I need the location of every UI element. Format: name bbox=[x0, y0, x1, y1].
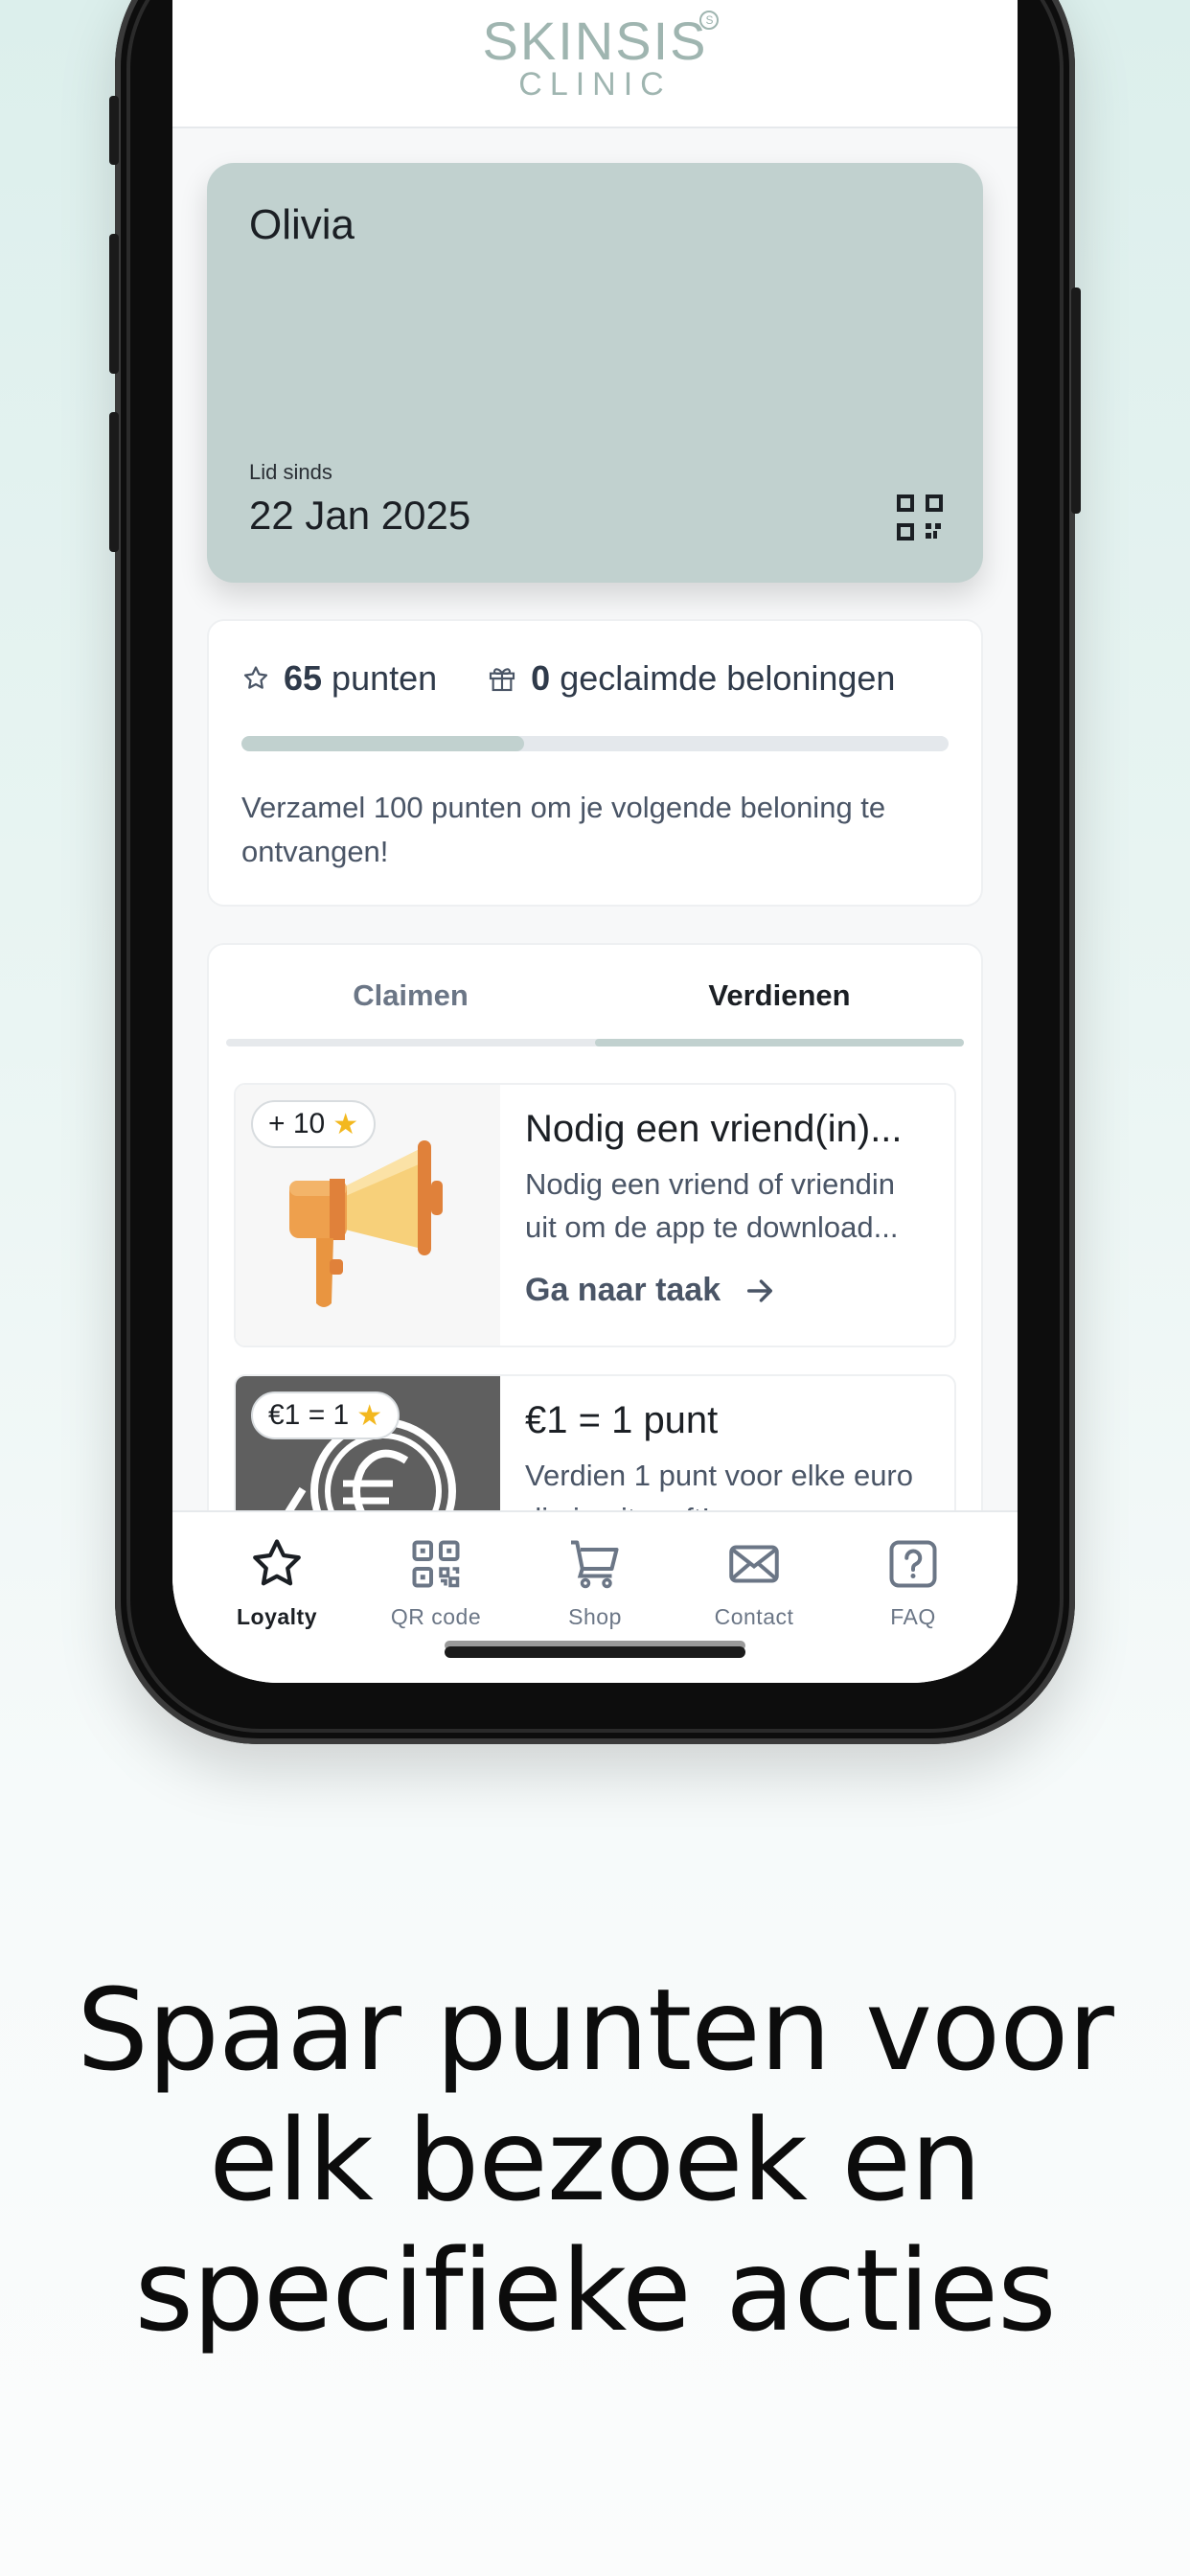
task-card[interactable]: + 10 ★ Nodig een vriend(in)... Nodig een… bbox=[234, 1083, 956, 1347]
mail-icon bbox=[729, 1545, 779, 1583]
nav-label: FAQ bbox=[890, 1604, 936, 1629]
phone-power-button bbox=[1071, 288, 1081, 514]
phone-volume-up bbox=[109, 234, 119, 374]
logo-mark: S bbox=[699, 11, 720, 30]
task-image: + 10 ★ bbox=[236, 1085, 500, 1346]
question-icon bbox=[889, 1540, 937, 1588]
caption-line: Spaar punten voor bbox=[77, 1964, 1114, 2096]
points-progress-bar bbox=[241, 736, 949, 751]
badge-text: + 10 bbox=[268, 1108, 326, 1139]
go-to-task-link[interactable]: Ga naar taak bbox=[525, 1272, 929, 1309]
qr-code-icon bbox=[412, 1540, 460, 1588]
caption-line: specifieke acties bbox=[134, 2224, 1056, 2357]
main-content: Olivia Lid sinds 22 Jan 2025 65 punten 0… bbox=[172, 128, 1018, 1614]
points-badge: + 10 ★ bbox=[251, 1100, 377, 1148]
star-outline-icon bbox=[243, 666, 268, 689]
member-card[interactable]: Olivia Lid sinds 22 Jan 2025 bbox=[207, 163, 983, 583]
points-hint: Verzamel 100 punten om je volgende belon… bbox=[241, 791, 886, 868]
nav-loyalty[interactable]: Loyalty bbox=[197, 1512, 356, 1683]
member-since-label: Lid sinds bbox=[249, 460, 332, 484]
points-badge: €1 = 1 ★ bbox=[251, 1392, 400, 1439]
task-body: Nodig een vriend(in)... Nodig een vriend… bbox=[500, 1085, 954, 1346]
nav-label: QR code bbox=[390, 1604, 482, 1629]
tab-claimen[interactable]: Claimen bbox=[226, 945, 595, 1046]
qr-icon[interactable] bbox=[897, 494, 943, 540]
nav-label: Loyalty bbox=[236, 1604, 318, 1629]
star-icon: ★ bbox=[356, 1399, 383, 1432]
nav-faq[interactable]: FAQ bbox=[834, 1512, 993, 1683]
phone-side-button bbox=[109, 96, 119, 165]
app-header: SKINSIS CLINIC S bbox=[172, 0, 1018, 128]
badge-text: €1 = 1 bbox=[268, 1399, 350, 1431]
nav-label: Shop bbox=[568, 1604, 622, 1629]
task-title: €1 = 1 punt bbox=[525, 1399, 719, 1441]
nav-label: Contact bbox=[714, 1604, 794, 1629]
marketing-caption: Spaar punten voor elk bezoek en specifie… bbox=[0, 1965, 1190, 2356]
member-since-date: 22 Jan 2025 bbox=[249, 493, 471, 538]
home-indicator[interactable] bbox=[445, 1646, 745, 1658]
caption-line: elk bezoek en bbox=[209, 2094, 982, 2226]
tab-active-indicator bbox=[595, 1039, 964, 1046]
app-screen: SKINSIS CLINIC S Olivia Lid sinds 22 Jan… bbox=[172, 0, 1018, 1683]
tab-verdienen[interactable]: Verdienen bbox=[595, 945, 964, 1046]
claimed-label: geclaimde beloningen bbox=[560, 658, 896, 698]
phone-volume-down bbox=[109, 412, 119, 552]
points-value: 65 bbox=[284, 658, 323, 698]
member-name: Olivia bbox=[249, 201, 355, 248]
points-progress-fill bbox=[241, 736, 525, 751]
points-unit: punten bbox=[332, 658, 438, 698]
gift-icon bbox=[490, 668, 515, 692]
logo-wordmark: SKINSIS bbox=[482, 11, 708, 71]
points-summary: 65 punten 0 geclaimde beloningen bbox=[241, 650, 949, 707]
tab-bar: Claimen Verdienen bbox=[226, 945, 964, 1046]
brand-logo: SKINSIS CLINIC S bbox=[482, 11, 720, 103]
arrow-right-icon bbox=[747, 1278, 773, 1302]
logo-subtitle: CLINIC bbox=[518, 66, 672, 103]
star-icon bbox=[253, 1539, 301, 1586]
star-icon: ★ bbox=[332, 1108, 359, 1140]
cart-icon bbox=[571, 1540, 619, 1589]
points-card: 65 punten 0 geclaimde beloningen Verzame… bbox=[207, 619, 983, 907]
task-title: Nodig een vriend(in)... bbox=[525, 1108, 903, 1150]
go-to-task-label: Ga naar taak bbox=[525, 1272, 721, 1308]
task-description: Nodig een vriend of vriendin uit om de a… bbox=[525, 1167, 899, 1244]
claimed-value: 0 bbox=[531, 658, 551, 698]
